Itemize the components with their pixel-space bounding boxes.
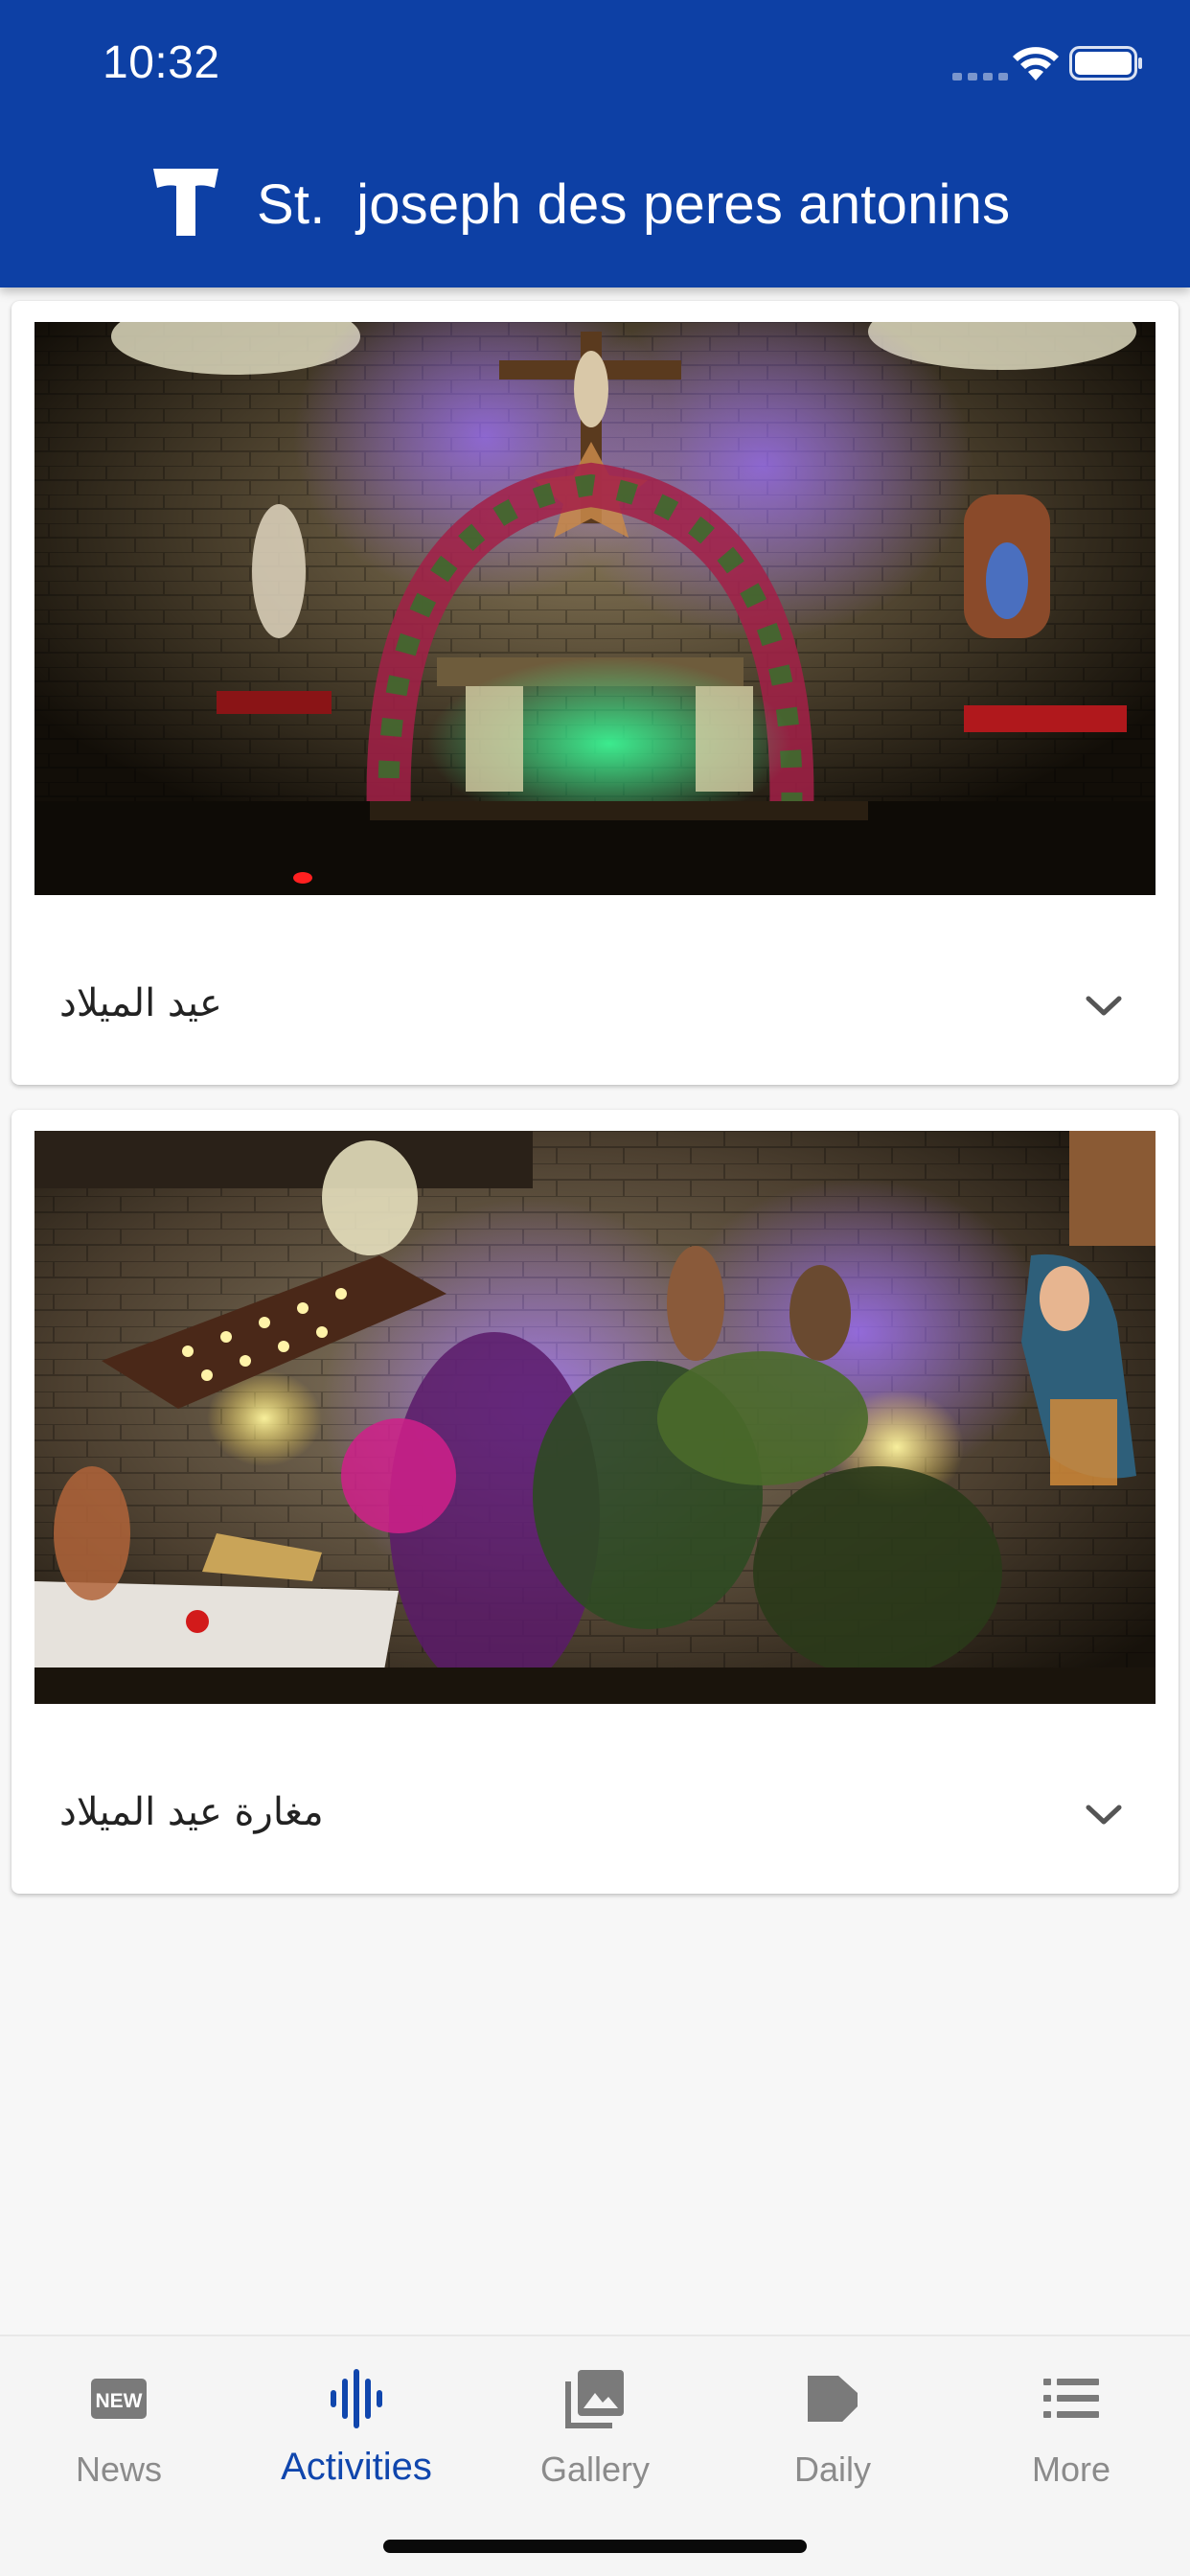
chevron-down-icon — [1086, 996, 1122, 1016]
activity-card[interactable]: عيد الميلاد — [11, 301, 1179, 1085]
tab-gallery[interactable]: Gallery — [476, 2336, 714, 2518]
battery-icon — [1069, 46, 1142, 80]
expand-button[interactable] — [1077, 1788, 1131, 1842]
photo-library-icon — [565, 2370, 624, 2428]
tab-news[interactable]: NEW News — [0, 2336, 238, 2518]
tab-label: Gallery — [539, 2450, 651, 2489]
tab-label: Daily — [793, 2450, 871, 2489]
app-title: St. joseph des peres antonins — [257, 173, 1011, 236]
tau-cross-logo — [153, 169, 218, 236]
expand-button[interactable] — [1077, 979, 1131, 1033]
app-bar: 10:32 St. joseph des peres antonins — [0, 0, 1190, 288]
home-indicator[interactable] — [383, 2540, 807, 2553]
activity-image-grotto[interactable] — [34, 1131, 1156, 1704]
tab-more[interactable]: More — [952, 2336, 1190, 2518]
tab-label: More — [1031, 2450, 1111, 2489]
chevron-down-icon — [1086, 1805, 1122, 1825]
activity-title: مغارة عيد الميلاد — [59, 1790, 324, 1834]
wifi-icon — [1013, 47, 1059, 80]
note-icon — [808, 2376, 858, 2422]
activity-card[interactable]: مغارة عيد الميلاد — [11, 1110, 1179, 1894]
tab-daily[interactable]: Daily — [714, 2336, 951, 2518]
new-badge-icon: NEW — [91, 2379, 147, 2419]
sound-wave-icon — [331, 2369, 382, 2428]
tab-label: Activities — [281, 2446, 432, 2488]
activity-image-altar[interactable] — [34, 322, 1156, 895]
signal-icon — [952, 73, 1008, 80]
status-time: 10:32 — [103, 37, 220, 88]
activity-title: عيد الميلاد — [59, 981, 222, 1025]
list-icon — [1043, 2379, 1099, 2418]
svg-text:NEW: NEW — [96, 2390, 143, 2412]
tab-label: News — [75, 2450, 163, 2489]
tab-activities[interactable]: Activities — [238, 2336, 475, 2518]
